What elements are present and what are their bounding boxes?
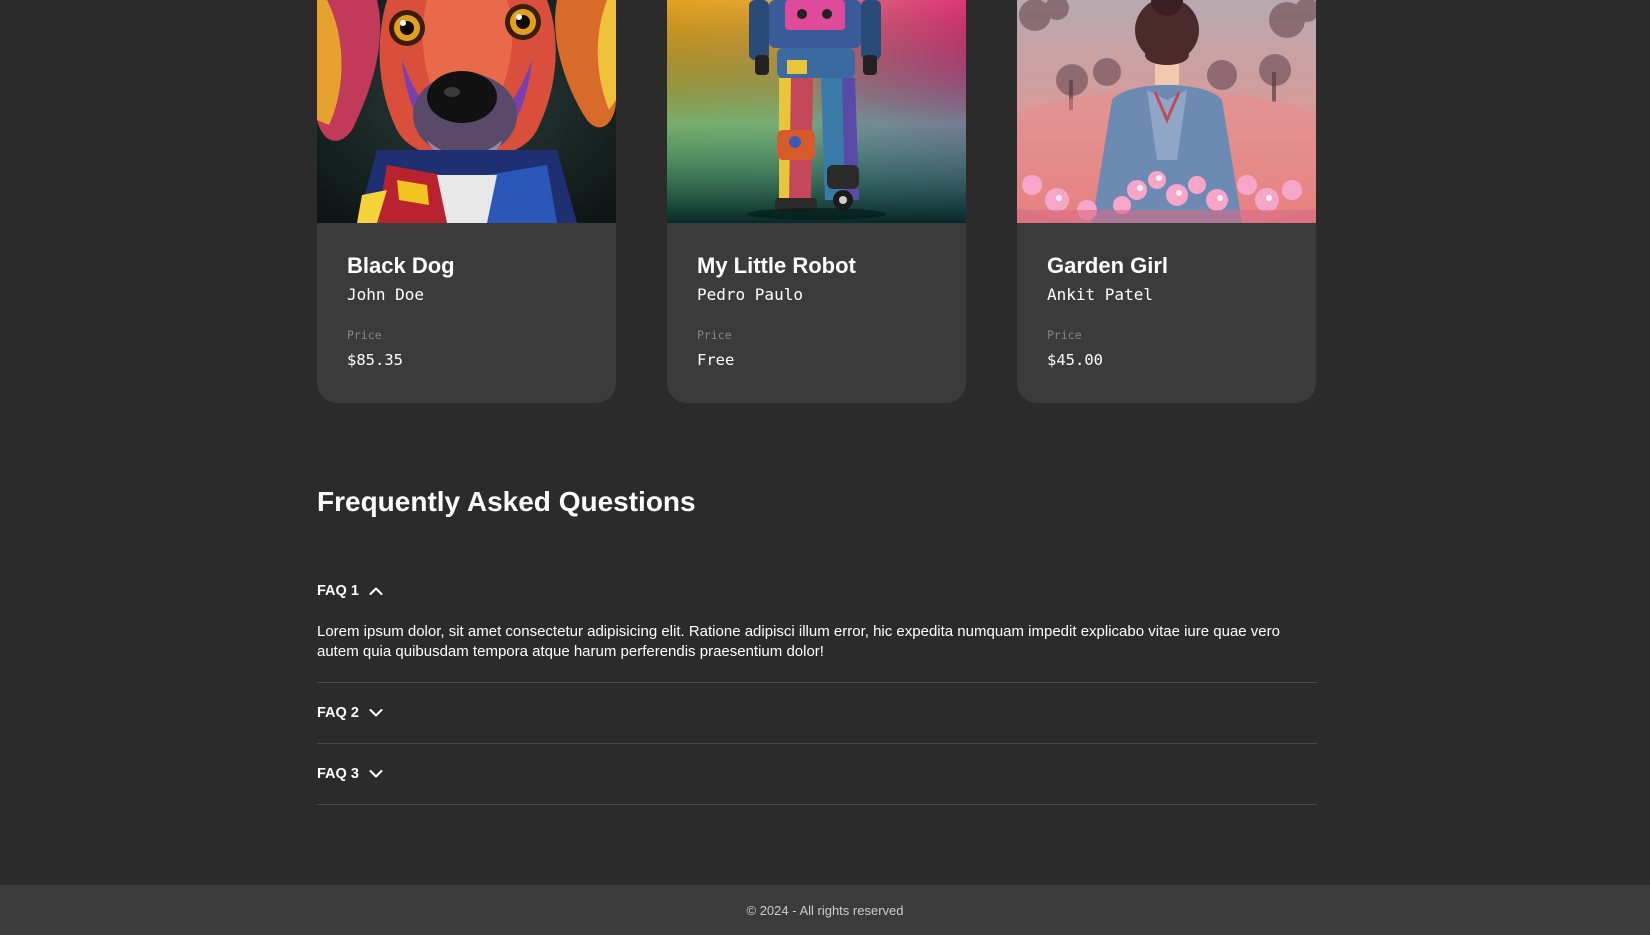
faq-toggle[interactable]: FAQ 2	[317, 683, 1317, 743]
faq-answer: Lorem ipsum dolor, sit amet consectetur …	[317, 623, 1280, 660]
faq-label: FAQ 1	[317, 583, 359, 599]
chevron-down-icon[interactable]	[369, 708, 383, 718]
artwork-card[interactable]: My Little Robot Pedro Paulo Price Free	[667, 0, 966, 403]
faq-label: FAQ 2	[317, 705, 359, 721]
card-title[interactable]: Black Dog	[347, 253, 596, 279]
faq-title: Frequently Asked Questions	[317, 486, 696, 517]
price-label: Price	[1047, 328, 1082, 342]
price-label: Price	[347, 328, 382, 342]
artwork-image[interactable]	[317, 0, 616, 223]
artwork-card[interactable]: Garden Girl Ankit Patel Price $45.00	[1017, 0, 1316, 403]
faq-label: FAQ 3	[317, 766, 359, 782]
card-artist: Pedro Paulo	[697, 285, 803, 304]
card-artist: John Doe	[347, 285, 425, 304]
card-body: Black Dog John Doe Price $85.35	[347, 223, 596, 370]
chevron-down-icon[interactable]	[369, 769, 383, 779]
price-value: $45.00	[1047, 351, 1103, 369]
price-label: Price	[697, 328, 732, 342]
price-value: Free	[697, 351, 735, 369]
page: Black Dog John Doe Price $85.35 My Littl…	[0, 0, 1650, 935]
footer: © 2024 - All rights reserved	[0, 885, 1650, 935]
faq-toggle[interactable]: FAQ 3	[317, 744, 1317, 804]
faq-item: FAQ 3	[317, 744, 1317, 805]
faq-item: FAQ 1 Lorem ipsum dolor, sit amet consec…	[317, 556, 1317, 683]
card-body: Garden Girl Ankit Patel Price $45.00	[1047, 223, 1296, 370]
card-title[interactable]: Garden Girl	[1047, 253, 1296, 279]
card-body: My Little Robot Pedro Paulo Price Free	[697, 223, 946, 370]
artwork-image[interactable]	[667, 0, 966, 223]
card-artist: Ankit Patel	[1047, 285, 1153, 304]
artwork-cards: Black Dog John Doe Price $85.35 My Littl…	[317, 0, 1317, 403]
faq-list: FAQ 1 Lorem ipsum dolor, sit amet consec…	[317, 558, 1317, 805]
artwork-card[interactable]: Black Dog John Doe Price $85.35	[317, 0, 616, 403]
artwork-image[interactable]	[1017, 0, 1316, 223]
copyright-text: © 2024 - All rights reserved	[746, 902, 904, 918]
price-value: $85.35	[347, 351, 403, 369]
card-title[interactable]: My Little Robot	[697, 253, 946, 279]
chevron-up-icon[interactable]	[369, 586, 383, 596]
faq-toggle[interactable]: FAQ 1	[317, 556, 1317, 626]
faq-item: FAQ 2	[317, 683, 1317, 744]
